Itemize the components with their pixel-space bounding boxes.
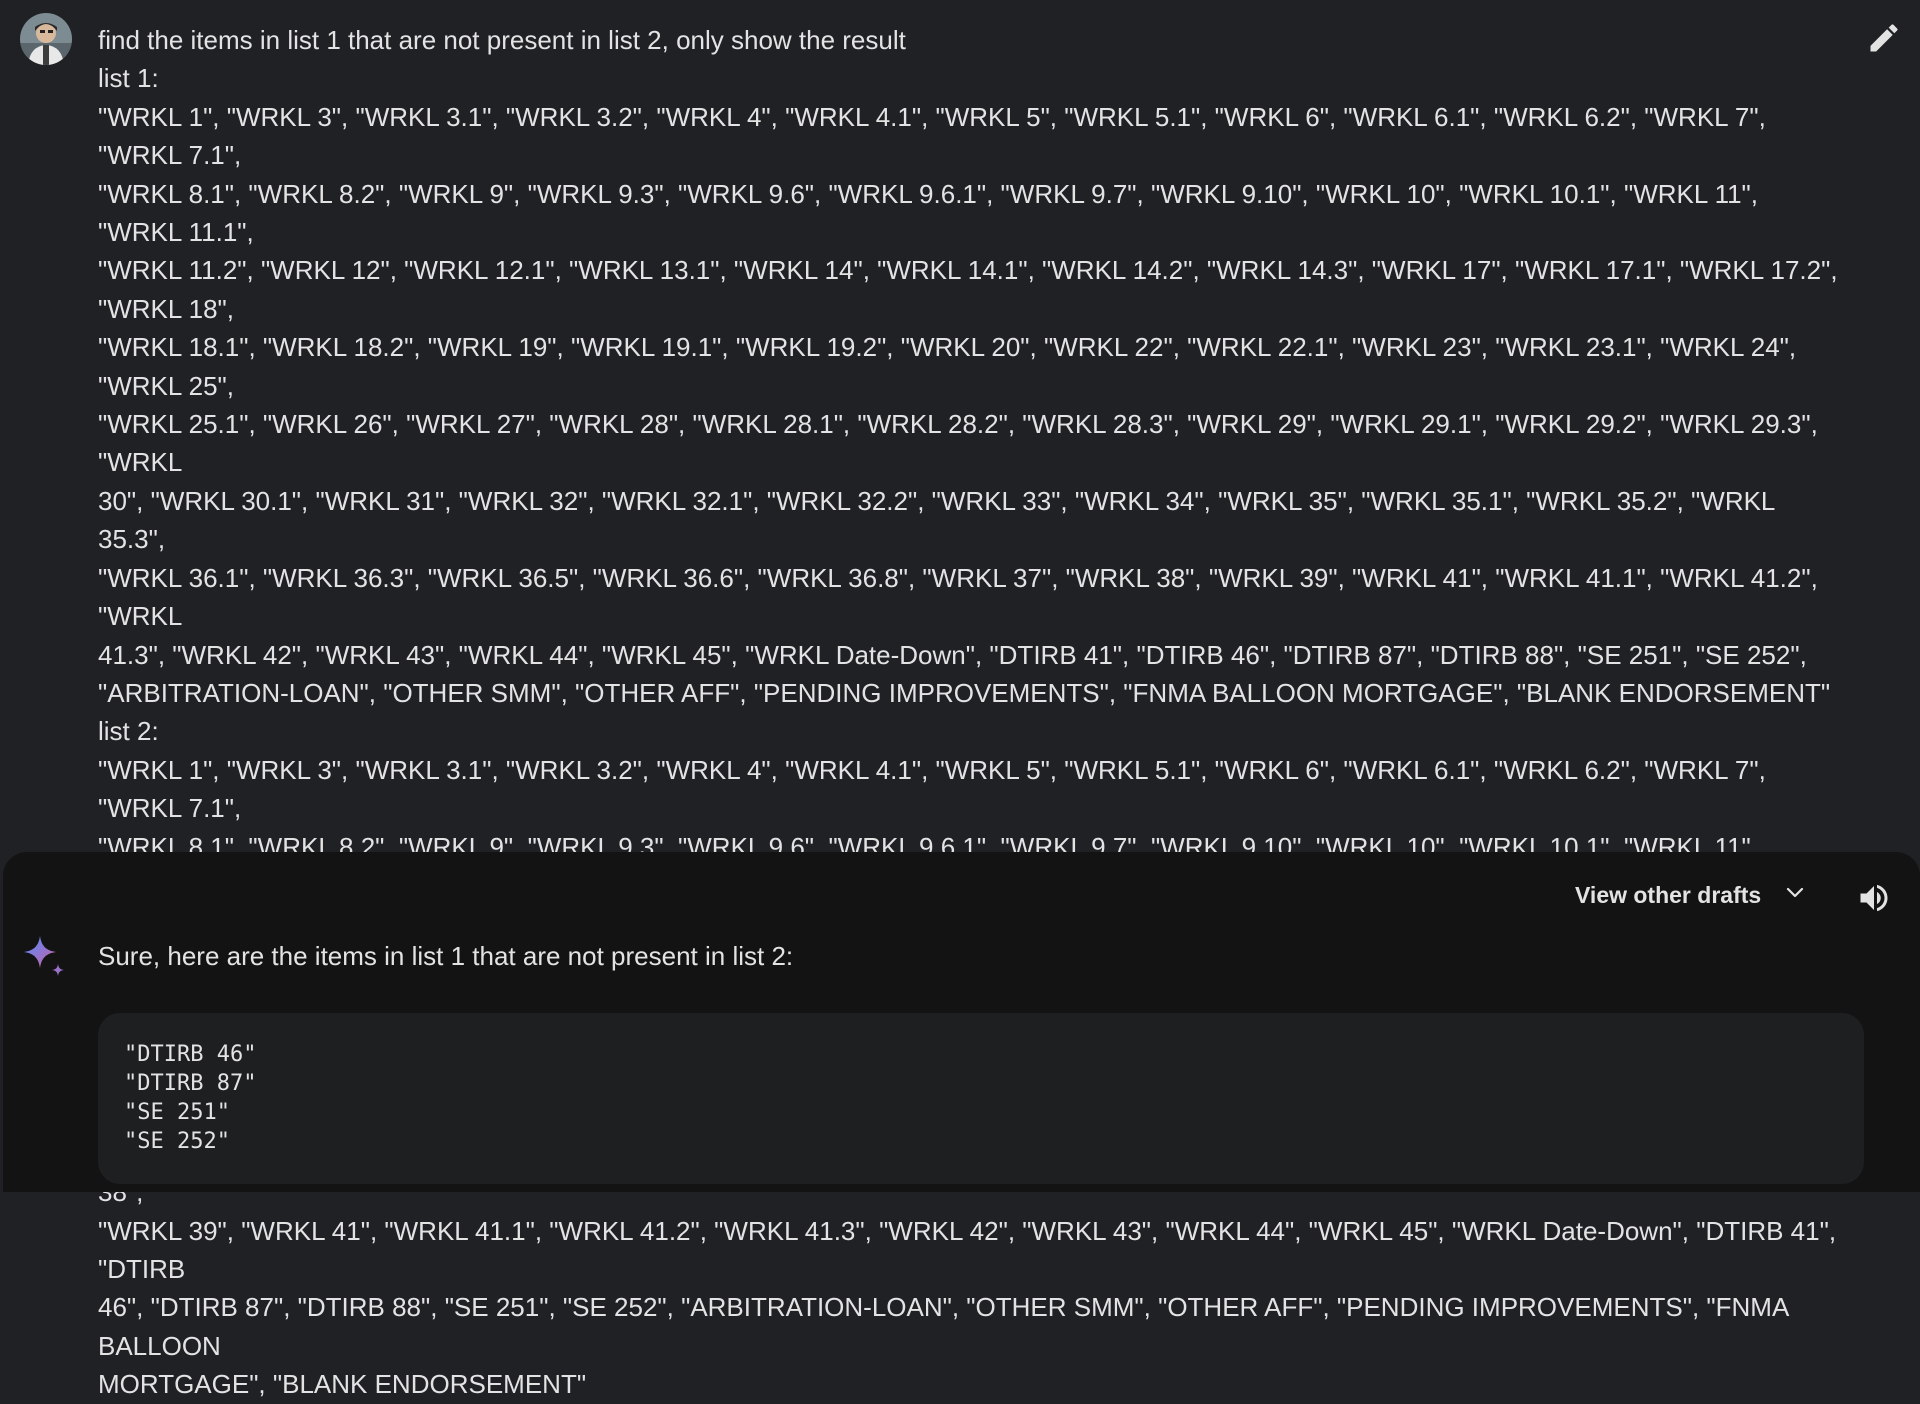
pencil-icon[interactable] — [1866, 20, 1902, 56]
response-text: Sure, here are the items in list 1 that … — [98, 941, 794, 971]
drafts-label: View other drafts — [1575, 881, 1762, 908]
view-other-drafts-button[interactable]: View other drafts — [1575, 877, 1807, 913]
user-prompt-section: find the items in list 1 that are not pr… — [0, 0, 1920, 1399]
speaker-icon[interactable] — [1856, 880, 1892, 916]
user-avatar[interactable] — [20, 13, 72, 65]
chevron-down-icon — [1783, 880, 1807, 910]
code-block[interactable]: "DTIRB 46" "DTIRB 87" "SE 251" "SE 252" — [98, 1013, 1864, 1184]
prompt-text: find the items in list 1 that are not pr… — [98, 25, 1839, 1400]
code-content: "DTIRB 46" "DTIRB 87" "SE 251" "SE 252" — [124, 1042, 257, 1154]
sparkle-icon — [22, 934, 68, 980]
